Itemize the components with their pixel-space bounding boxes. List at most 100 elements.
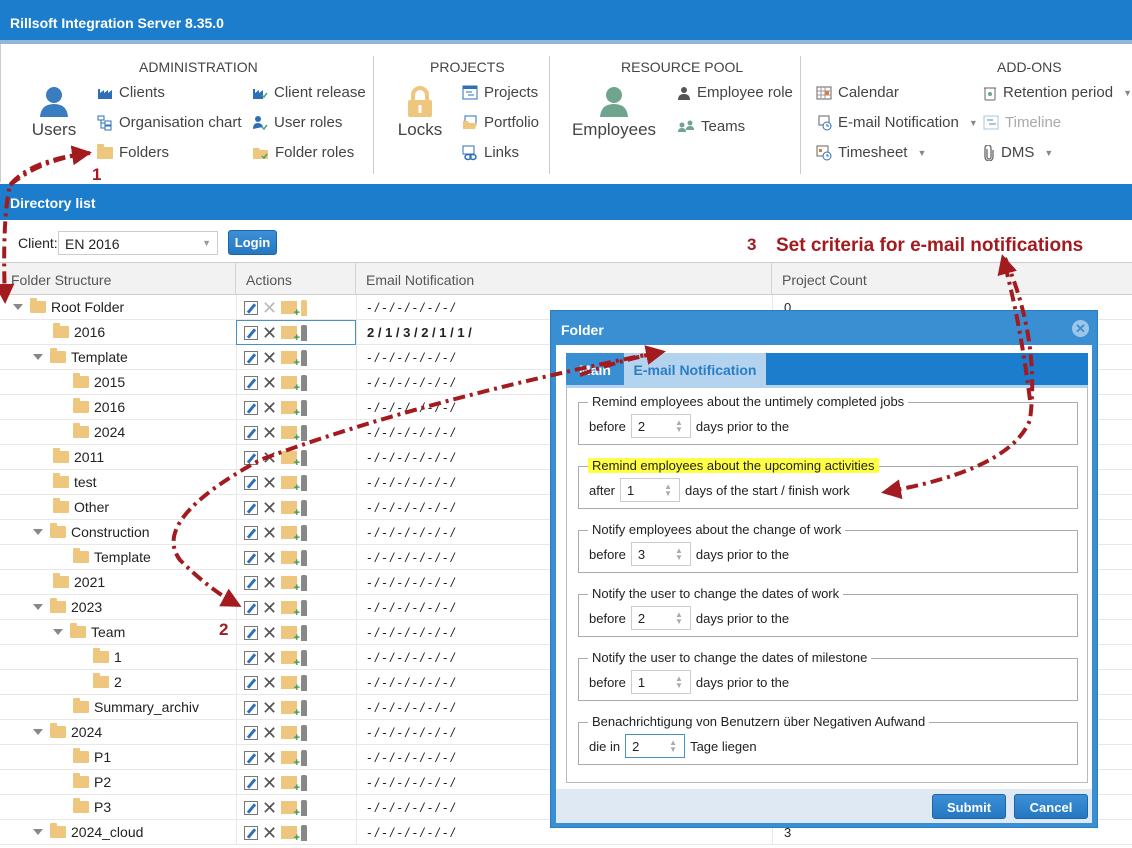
key-icon[interactable] (301, 774, 308, 791)
delete-icon[interactable]: ✕ (262, 499, 277, 517)
key-icon[interactable] (301, 724, 308, 741)
add-folder-icon[interactable] (281, 351, 300, 369)
delete-icon[interactable]: ✕ (262, 824, 277, 842)
edit-icon[interactable] (244, 400, 258, 415)
key-icon[interactable] (301, 574, 308, 591)
folder-name-cell[interactable]: Construction (33, 523, 150, 540)
organisation-chart-button[interactable]: Organisation chart (97, 114, 242, 131)
delete-icon[interactable]: ✕ (262, 749, 277, 767)
add-folder-icon[interactable] (281, 601, 300, 619)
folder-name-cell[interactable]: Team (53, 623, 125, 640)
days-spinner[interactable]: 1 ▲ ▼ (620, 478, 681, 502)
add-folder-icon[interactable] (281, 826, 300, 844)
folder-name-cell[interactable]: 2015 (73, 373, 125, 390)
edit-icon[interactable] (244, 325, 258, 340)
days-spinner[interactable]: 2 ▲ ▼ (630, 606, 691, 630)
add-folder-icon[interactable] (281, 726, 300, 744)
delete-icon[interactable]: ✕ (262, 549, 277, 567)
edit-icon[interactable] (244, 825, 258, 840)
expand-toggle-icon[interactable] (13, 304, 23, 310)
key-icon[interactable] (301, 449, 308, 466)
delete-icon[interactable]: ✕ (262, 574, 277, 592)
submit-button[interactable]: Submit (932, 794, 1006, 819)
key-icon[interactable] (301, 649, 308, 666)
expand-toggle-icon[interactable] (53, 629, 63, 635)
spinner-arrows-icon[interactable]: ▲ ▼ (664, 483, 672, 498)
key-icon[interactable] (301, 399, 308, 416)
edit-icon[interactable] (244, 575, 258, 590)
delete-icon[interactable]: ✕ (262, 599, 277, 617)
folder-name-cell[interactable]: 2011 (53, 448, 104, 465)
delete-icon[interactable]: ✕ (262, 399, 277, 417)
login-button[interactable]: Login (228, 230, 277, 255)
key-icon[interactable] (301, 349, 308, 366)
expand-toggle-icon[interactable] (33, 604, 43, 610)
portfolio-button[interactable]: Portfolio (462, 114, 539, 131)
employee-role-button[interactable]: Employee role (677, 84, 793, 101)
teams-button[interactable]: Teams (677, 118, 745, 135)
folder-name-cell[interactable]: Other (53, 498, 109, 515)
spinner-arrows-icon[interactable]: ▲ ▼ (675, 419, 683, 434)
edit-icon[interactable] (244, 725, 258, 740)
column-email-notification[interactable]: Email Notification (366, 272, 474, 288)
edit-icon[interactable] (244, 700, 258, 715)
add-folder-icon[interactable] (281, 626, 300, 644)
retention-period-button[interactable]: Retention period ▼ (983, 84, 1132, 101)
edit-icon[interactable] (244, 775, 258, 790)
folder-name-cell[interactable]: 2024_cloud (33, 823, 143, 840)
expand-toggle-icon[interactable] (33, 729, 43, 735)
delete-icon[interactable]: ✕ (262, 299, 277, 317)
days-spinner[interactable]: 3 ▲ ▼ (630, 542, 691, 566)
key-icon[interactable] (301, 299, 308, 316)
folders-button[interactable]: Folders (97, 143, 169, 161)
spinner-arrows-icon[interactable]: ▲ ▼ (675, 675, 683, 690)
key-icon[interactable] (301, 549, 308, 566)
add-folder-icon[interactable] (281, 376, 300, 394)
user-roles-button[interactable]: User roles (252, 114, 342, 131)
add-folder-icon[interactable] (281, 576, 300, 594)
close-icon[interactable]: ✕ (1072, 320, 1089, 337)
folder-name-cell[interactable]: 2024 (73, 423, 125, 440)
days-spinner[interactable]: 2 ▲ ▼ (630, 414, 691, 438)
key-icon[interactable] (301, 599, 308, 616)
edit-icon[interactable] (244, 750, 258, 765)
employees-button[interactable]: Employees (571, 86, 657, 140)
users-button[interactable]: Users (31, 86, 77, 140)
delete-icon[interactable]: ✕ (262, 374, 277, 392)
edit-icon[interactable] (244, 525, 258, 540)
delete-icon[interactable]: ✕ (262, 649, 277, 667)
edit-icon[interactable] (244, 550, 258, 565)
folder-name-cell[interactable]: Template (73, 548, 151, 565)
delete-icon[interactable]: ✕ (262, 324, 277, 342)
column-folder-structure[interactable]: Folder Structure (11, 272, 111, 288)
add-folder-icon[interactable] (281, 526, 300, 544)
edit-icon[interactable] (244, 475, 258, 490)
key-icon[interactable] (301, 474, 308, 491)
key-icon[interactable] (301, 699, 308, 716)
edit-icon[interactable] (244, 300, 258, 315)
folder-name-cell[interactable]: 2016 (73, 398, 125, 415)
add-folder-icon[interactable] (281, 801, 300, 819)
key-icon[interactable] (301, 524, 308, 541)
add-folder-icon[interactable] (281, 501, 300, 519)
clients-button[interactable]: Clients (97, 84, 165, 101)
folder-name-cell[interactable]: Template (33, 348, 128, 365)
delete-icon[interactable]: ✕ (262, 349, 277, 367)
add-folder-icon[interactable] (281, 701, 300, 719)
delete-icon[interactable]: ✕ (262, 774, 277, 792)
column-actions[interactable]: Actions (246, 272, 292, 288)
links-button[interactable]: Links (462, 144, 519, 161)
cancel-button[interactable]: Cancel (1014, 794, 1088, 819)
key-icon[interactable] (301, 824, 308, 841)
key-icon[interactable] (301, 374, 308, 391)
key-icon[interactable] (301, 749, 308, 766)
delete-icon[interactable]: ✕ (262, 424, 277, 442)
projects-button[interactable]: Projects (462, 84, 538, 101)
folder-name-cell[interactable]: P3 (73, 798, 111, 815)
folder-name-cell[interactable]: test (53, 473, 97, 490)
folder-roles-button[interactable]: Folder roles (252, 144, 354, 161)
edit-icon[interactable] (244, 675, 258, 690)
edit-icon[interactable] (244, 425, 258, 440)
folder-name-cell[interactable]: Summary_archiv (73, 698, 199, 715)
key-icon[interactable] (301, 799, 308, 816)
